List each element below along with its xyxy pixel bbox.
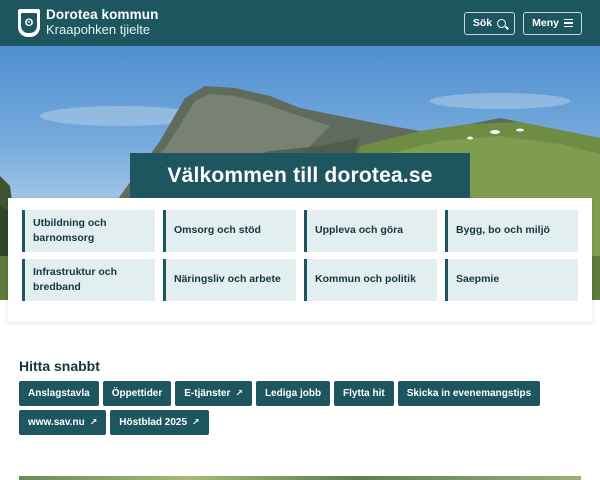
category-saepmie[interactable]: Saepmie	[445, 259, 578, 301]
site-logo[interactable]: ʘ Dorotea kommun Kraapohken tjielte	[18, 8, 158, 37]
quick-links-title: Hitta snabbt	[19, 358, 100, 374]
menu-button-label: Meny	[532, 17, 559, 29]
category-omsorg[interactable]: Omsorg och stöd	[163, 210, 296, 252]
quick-link-hostblad[interactable]: Höstblad 2025 ↗	[110, 410, 209, 435]
welcome-heading: Välkommen till dorotea.se	[130, 153, 470, 198]
category-card: Utbildning och barnomsorg Omsorg och stö…	[8, 198, 592, 322]
site-subtitle: Kraapohken tjielte	[46, 22, 151, 38]
category-uppleva[interactable]: Uppleva och göra	[304, 210, 437, 252]
hamburger-icon	[564, 18, 573, 28]
menu-button[interactable]: Meny	[523, 11, 582, 35]
bottom-image-strip	[19, 476, 581, 480]
external-link-icon: ↗	[235, 388, 243, 398]
category-kommun[interactable]: Kommun och politik	[304, 259, 437, 301]
search-button-label: Sök	[472, 17, 493, 29]
quick-link-oppettider[interactable]: Öppettider	[102, 381, 172, 406]
external-link-icon: ↗	[192, 417, 200, 427]
category-naringsliv[interactable]: Näringsliv och arbete	[163, 259, 296, 301]
bear-crest-icon: ʘ	[18, 8, 40, 37]
quick-links-list: Anslagstavla Öppettider E-tjänster ↗ Ledi…	[19, 381, 579, 435]
category-utbildning[interactable]: Utbildning och barnomsorg	[22, 210, 155, 252]
category-infrastruktur[interactable]: Infrastruktur och bredband	[22, 259, 155, 301]
quick-link-evenemangstips[interactable]: Skicka in evenemangstips	[397, 381, 541, 406]
quick-link-etjanster[interactable]: E-tjänster ↗	[175, 381, 252, 406]
site-title: Dorotea kommun	[46, 7, 159, 23]
search-button[interactable]: Sök	[463, 11, 516, 35]
site-header: ʘ Dorotea kommun Kraapohken tjielte Sök …	[0, 0, 600, 46]
category-bygg[interactable]: Bygg, bo och miljö	[445, 210, 578, 252]
quick-link-flytta-hit[interactable]: Flytta hit	[334, 381, 394, 406]
quick-link-lediga-jobb[interactable]: Lediga jobb	[255, 381, 331, 406]
search-icon	[497, 18, 507, 28]
quick-link-anslagstavla[interactable]: Anslagstavla	[19, 381, 99, 406]
external-link-icon: ↗	[89, 417, 98, 427]
quick-link-sav[interactable]: www.sav.nu ↗	[19, 410, 107, 435]
